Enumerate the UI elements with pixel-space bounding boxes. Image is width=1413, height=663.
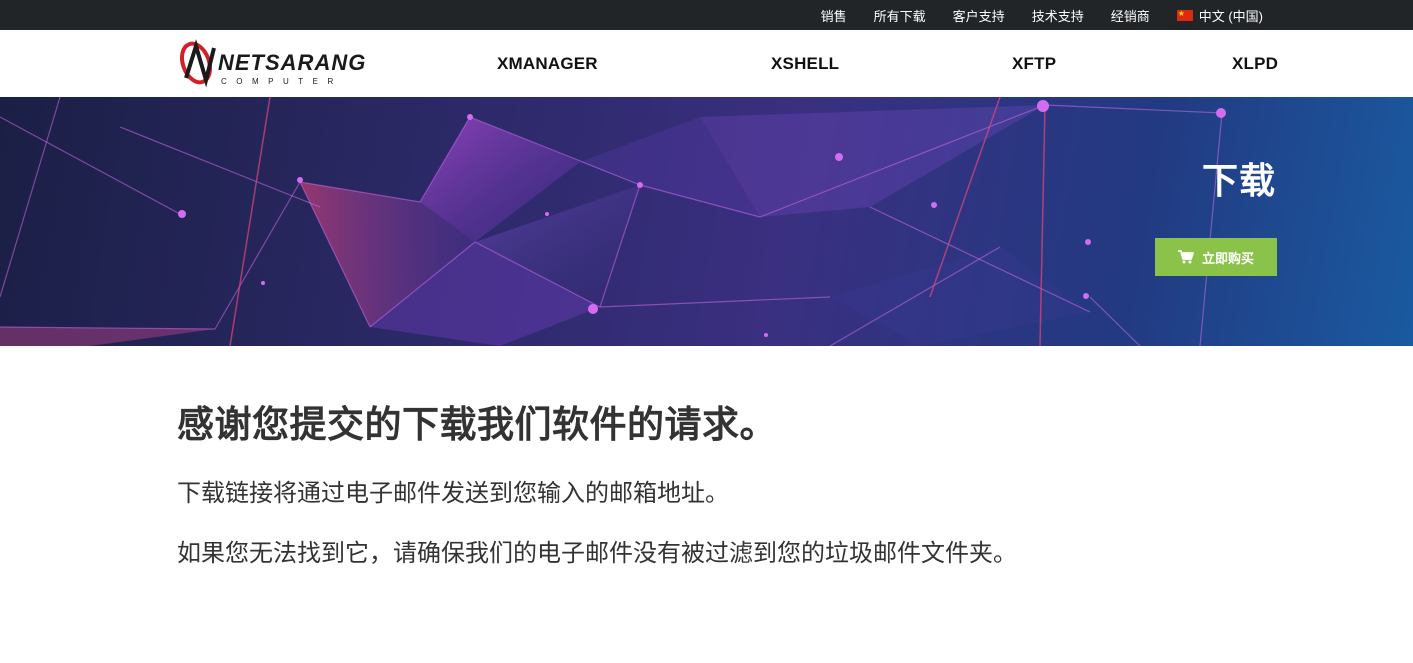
nav-xlpd[interactable]: XLPD <box>1232 30 1278 97</box>
buy-now-label: 立即购买 <box>1201 250 1254 266</box>
polygon-network-background <box>0 97 1226 346</box>
netsarang-logo[interactable]: NETSARANG COMPUTER <box>178 38 368 88</box>
nav-xftp[interactable]: XFTP <box>1012 30 1056 97</box>
customer-support-link[interactable]: 客户支持 <box>953 6 1005 25</box>
top-utility-bar: 销售 所有下载 客户支持 技术支持 经销商 中文 (中国) <box>0 0 1413 30</box>
technical-support-link[interactable]: 技术支持 <box>1032 6 1084 25</box>
shopping-cart-icon <box>1177 250 1194 264</box>
netsarang-logo-mark: NETSARANG COMPUTER <box>179 39 366 88</box>
buy-now-button[interactable]: 立即购买 <box>1155 238 1277 276</box>
all-downloads-link[interactable]: 所有下载 <box>874 6 926 25</box>
svg-text:NETSARANG: NETSARANG <box>218 50 366 75</box>
email-notice-text: 下载链接将通过电子邮件发送到您输入的邮箱地址。 <box>177 480 729 507</box>
thank-you-heading: 感谢您提交的下载我们软件的请求。 <box>177 404 777 445</box>
nav-xshell[interactable]: XSHELL <box>771 30 839 97</box>
hero-banner: 下载 立即购买 <box>0 97 1413 346</box>
language-label: 中文 (中国) <box>1198 8 1263 24</box>
spam-folder-notice-text: 如果您无法找到它，请确保我们的电子邮件没有被过滤到您的垃圾邮件文件夹。 <box>177 540 1017 567</box>
main-content: 感谢您提交的下载我们软件的请求。 下载链接将通过电子邮件发送到您输入的邮箱地址。… <box>177 400 1237 570</box>
resellers-link[interactable]: 经销商 <box>1111 6 1150 25</box>
language-selector[interactable]: 中文 (中国) <box>1176 6 1263 25</box>
svg-text:COMPUTER: COMPUTER <box>221 77 343 86</box>
main-header: NETSARANG COMPUTER XMANAGER XSHELL XFTP … <box>0 30 1413 97</box>
utility-links: 销售 所有下载 客户支持 技术支持 经销商 中文 (中国) <box>821 0 1263 30</box>
hero-title: 下载 <box>1201 160 1276 201</box>
nav-xmanager[interactable]: XMANAGER <box>497 30 598 97</box>
china-flag-icon <box>1176 7 1193 21</box>
sales-link[interactable]: 销售 <box>821 6 847 25</box>
